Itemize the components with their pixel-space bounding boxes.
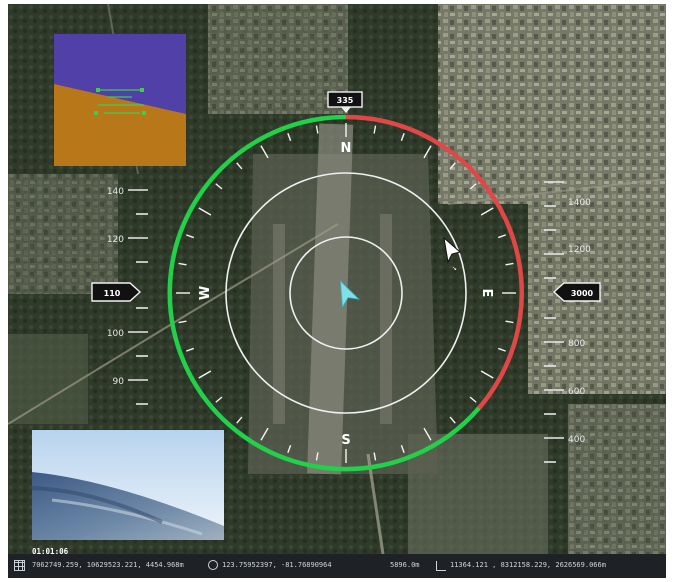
cardinal-west: W [198,286,213,300]
compass-tick [236,162,243,170]
compass-arc-green [167,114,481,472]
compass-tick [260,427,269,441]
speed-label: 140 [107,187,124,197]
altitude-readout: 3000 [552,282,601,302]
compass-tick [198,370,212,379]
altitude-tape [544,181,564,463]
compass-tick [469,183,477,190]
altitude-label: 1400 [568,198,591,208]
compass-tick [186,347,195,352]
cardinal-north: N [341,141,352,156]
compass-tick [236,416,243,424]
orientation-readout: 123.75952397, -81.76890964 [222,561,332,569]
aircraft-icon [340,280,360,309]
compass-tick [480,370,494,379]
compass-icon [208,560,218,570]
compass-tick [423,427,432,441]
distance-readout: 5896.0m [390,561,420,569]
compass-tick [497,234,506,239]
speed-label: 100 [107,329,124,339]
compass-tick [505,262,514,266]
compass-tick [260,145,269,159]
altitude-label: 1200 [568,245,591,255]
compass-tick [215,183,223,190]
compass-tick [400,133,405,142]
svg-text:↘: ↘ [452,265,457,272]
compass-tick [287,133,292,142]
position-readout: 7062749.259, 10629523.221, 4454.968m [32,561,184,569]
hud-frame: 140 120 100 90 110 1400 1200 800 600 400… [8,4,666,578]
target-readout: 11364.121 , 8312158.229, 2626569.066m [450,561,606,569]
altitude-label: 800 [568,339,585,349]
speed-label: 90 [113,377,125,387]
grid-icon[interactable] [14,560,25,571]
compass-tick [186,234,195,239]
altitude-label: 600 [568,387,585,397]
ruler-icon [436,561,446,571]
altitude-label: 400 [568,435,585,445]
svg-text:110: 110 [104,289,121,298]
speed-readout: 110 [91,282,142,302]
compass-tick [423,145,432,159]
compass-tick [497,347,506,352]
compass-tick [449,416,456,424]
compass-tick [178,262,187,266]
svg-text:3000: 3000 [571,289,594,298]
compass-tick [315,452,319,461]
camera-feed[interactable] [32,430,224,540]
compass-tick [469,396,477,403]
compass-arc-red [345,114,524,410]
heading-readout: 335 [327,91,363,113]
compass-tick [178,320,187,324]
compass-tick [198,207,212,216]
cardinal-east: E [479,289,494,298]
compass-tick [480,207,494,216]
attitude-indicator [54,34,186,166]
compass-tick [449,162,456,170]
svg-text:335: 335 [337,96,354,105]
compass-tick [505,320,514,324]
compass-tick [400,444,405,453]
compass-tick [215,396,223,403]
compass-tick [373,125,377,134]
compass-tick [315,125,319,134]
compass-tick [373,452,377,461]
speed-label: 120 [107,235,124,245]
compass-tick [287,444,292,453]
cardinal-south: S [341,433,350,448]
waypoint-marker-icon[interactable]: ↘ [443,236,462,272]
status-bar: 7062749.259, 10629523.221, 4454.968m 123… [8,554,666,578]
